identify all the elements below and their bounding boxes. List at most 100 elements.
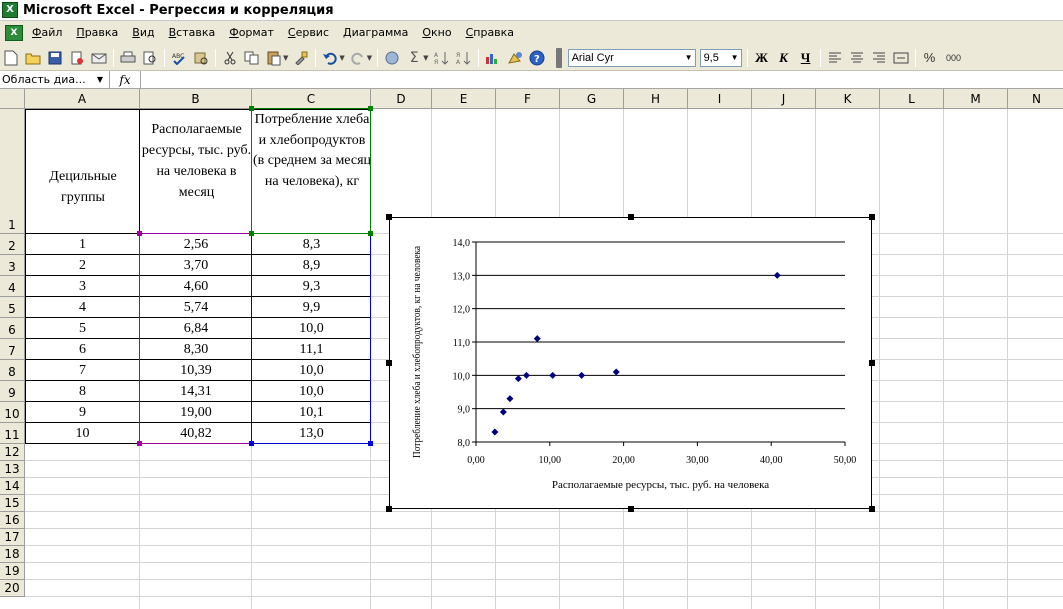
name-box[interactable]: Область диа... ▼ — [0, 71, 110, 88]
underline-button[interactable]: Ч — [796, 48, 816, 68]
cell-a4[interactable]: 3 — [25, 276, 140, 297]
percent-button[interactable]: % — [920, 48, 940, 68]
hyperlink-icon[interactable] — [382, 48, 402, 68]
paste-dropdown-icon[interactable]: ▼ — [283, 54, 288, 62]
column-header-b[interactable]: B — [140, 89, 252, 109]
column-header-k[interactable]: K — [816, 89, 880, 109]
row-header-8[interactable]: 8 — [0, 360, 25, 381]
range-handle[interactable] — [368, 231, 373, 236]
chevron-down-icon[interactable]: ▼ — [97, 75, 103, 84]
row-header-4[interactable]: 4 — [0, 276, 25, 297]
row-header-2[interactable]: 2 — [0, 234, 25, 255]
column-header-f[interactable]: F — [496, 89, 560, 109]
chart-resize-handle[interactable] — [386, 506, 392, 512]
cell-a11[interactable]: 10 — [25, 423, 140, 444]
row-header-13[interactable]: 13 — [0, 461, 25, 478]
open-icon[interactable] — [23, 48, 43, 68]
row-header-15[interactable]: 15 — [0, 495, 25, 512]
cell-a7[interactable]: 6 — [25, 339, 140, 360]
column-header-j[interactable]: J — [752, 89, 816, 109]
menu-format[interactable]: Формат — [223, 23, 282, 43]
insert-function-icon[interactable]: fx — [110, 73, 140, 87]
menu-help[interactable]: Справка — [460, 23, 522, 43]
select-all-corner[interactable] — [0, 89, 25, 109]
cell-a3[interactable]: 2 — [25, 255, 140, 276]
row-header-16[interactable]: 16 — [0, 512, 25, 529]
column-header-c[interactable]: C — [252, 89, 371, 109]
chevron-down-icon[interactable]: ▼ — [731, 53, 739, 62]
copy-icon[interactable] — [242, 48, 262, 68]
range-handle[interactable] — [249, 441, 254, 446]
cell-a1[interactable]: Децильные группы — [26, 110, 140, 234]
toolbar-handle[interactable] — [555, 47, 562, 68]
print-icon[interactable] — [118, 48, 138, 68]
row-header-9[interactable]: 9 — [0, 381, 25, 402]
permission-icon[interactable] — [67, 48, 87, 68]
help-icon[interactable]: ? — [527, 48, 547, 68]
range-handle[interactable] — [249, 231, 254, 236]
column-header-g[interactable]: G — [560, 89, 624, 109]
row-header-7[interactable]: 7 — [0, 339, 25, 360]
font-size-box[interactable]: 9,5 ▼ — [699, 48, 742, 67]
align-left-icon[interactable] — [825, 48, 845, 68]
spelling-icon[interactable]: ABC — [169, 48, 189, 68]
menu-chart[interactable]: Диаграмма — [337, 23, 416, 43]
row-header-17[interactable]: 17 — [0, 529, 25, 546]
row-header-19[interactable]: 19 — [0, 563, 25, 580]
column-header-h[interactable]: H — [624, 89, 688, 109]
print-preview-icon[interactable] — [140, 48, 160, 68]
column-header-l[interactable]: L — [880, 89, 944, 109]
cell-b1[interactable]: Располагаемые ресурсы, тыс. руб. на чело… — [141, 110, 252, 234]
cell-a5[interactable]: 4 — [25, 297, 140, 318]
menu-file[interactable]: Файл — [26, 23, 70, 43]
formula-input[interactable] — [140, 71, 1063, 88]
sort-ascending-icon[interactable]: AЯ — [432, 48, 452, 68]
undo-icon[interactable] — [320, 48, 340, 68]
row-header-5[interactable]: 5 — [0, 297, 25, 318]
row-header-11[interactable]: 11 — [0, 423, 25, 444]
undo-dropdown-icon[interactable]: ▼ — [339, 54, 344, 62]
range-handle[interactable] — [137, 231, 142, 236]
column-header-i[interactable]: I — [688, 89, 752, 109]
menu-insert[interactable]: Вставка — [163, 23, 224, 43]
format-painter-icon[interactable] — [291, 48, 311, 68]
chart-wizard-icon[interactable] — [483, 48, 503, 68]
menu-view[interactable]: Вид — [126, 23, 162, 43]
row-header-10[interactable]: 10 — [0, 402, 25, 423]
chart-resize-handle[interactable] — [869, 506, 875, 512]
cell-a8[interactable]: 7 — [25, 360, 140, 381]
cell-a9[interactable]: 8 — [25, 381, 140, 402]
merge-center-icon[interactable] — [891, 48, 911, 68]
range-handle[interactable] — [137, 441, 142, 446]
drawing-icon[interactable] — [505, 48, 525, 68]
row-header-6[interactable]: 6 — [0, 318, 25, 339]
chart-resize-handle[interactable] — [869, 360, 875, 366]
save-icon[interactable] — [45, 48, 65, 68]
column-header-a[interactable]: A — [25, 89, 140, 109]
column-header-d[interactable]: D — [371, 89, 432, 109]
range-handle[interactable] — [368, 441, 373, 446]
row-header-14[interactable]: 14 — [0, 478, 25, 495]
range-handle[interactable] — [368, 106, 373, 111]
autosum-icon[interactable]: Σ — [404, 48, 424, 68]
menu-edit[interactable]: Правка — [70, 23, 126, 43]
paste-icon[interactable] — [264, 48, 284, 68]
chart-resize-handle[interactable] — [386, 360, 392, 366]
chart-resize-handle[interactable] — [386, 214, 392, 220]
row-header-20[interactable]: 20 — [0, 580, 25, 597]
sort-descending-icon[interactable]: ЯA — [454, 48, 474, 68]
email-icon[interactable] — [89, 48, 109, 68]
chart-resize-handle[interactable] — [869, 214, 875, 220]
research-icon[interactable] — [191, 48, 211, 68]
chart-resize-handle[interactable] — [627, 214, 634, 220]
new-icon[interactable] — [1, 48, 21, 68]
redo-icon[interactable] — [348, 48, 368, 68]
cut-icon[interactable] — [220, 48, 240, 68]
bold-button[interactable]: Ж — [752, 48, 772, 68]
menu-window[interactable]: Окно — [416, 23, 459, 43]
italic-button[interactable]: К — [774, 48, 794, 68]
align-center-icon[interactable] — [847, 48, 867, 68]
row-header-1[interactable]: 1 — [0, 109, 25, 234]
redo-dropdown-icon[interactable]: ▼ — [367, 54, 372, 62]
row-header-3[interactable]: 3 — [0, 255, 25, 276]
